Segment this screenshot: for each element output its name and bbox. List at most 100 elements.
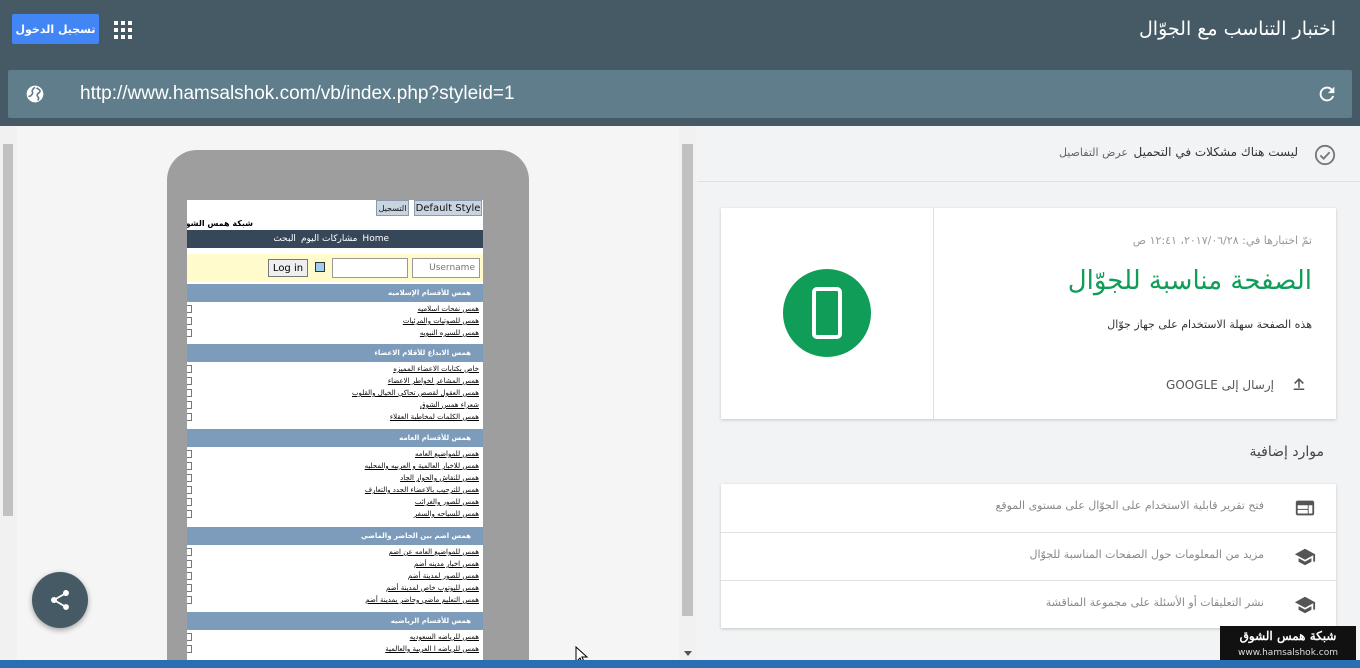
forum-link[interactable]: همس الكلمات لمخاطبة العقلاء: [390, 411, 479, 423]
forum-status-icon: [187, 572, 192, 580]
forum-status-icon: [187, 317, 192, 325]
check-circle-icon: [1314, 144, 1336, 166]
url-bar: [8, 70, 1352, 118]
watermark-title: شبكة همس الشوق: [1239, 629, 1337, 643]
share-icon: [51, 590, 69, 610]
school-icon: [1294, 596, 1316, 614]
forum-status-icon: [187, 377, 192, 385]
forum-status-icon: [187, 548, 192, 556]
forum-link[interactable]: همس للرياضه السعوديه: [410, 631, 479, 643]
site-navbar: Home مشاركات اليوم البحث: [187, 230, 483, 248]
category-header[interactable]: همس للأقسام الإسلاميه: [187, 284, 483, 302]
scrollbar-right[interactable]: [679, 126, 696, 660]
login-button[interactable]: Log in: [268, 259, 308, 277]
reload-icon[interactable]: [1316, 83, 1338, 105]
loading-issues-text: ليست هناك مشكلات في التحميل: [1133, 145, 1298, 159]
forum-link[interactable]: همس للمواضيع العامه: [415, 448, 479, 460]
forum-status-icon: [187, 596, 192, 604]
signin-button[interactable]: تسجيل الدخول: [12, 14, 99, 44]
nav-today-posts[interactable]: مشاركات اليوم: [301, 234, 357, 244]
forum-status-icon: [187, 633, 192, 641]
forum-link[interactable]: همس للصور والغرائب: [415, 496, 479, 508]
preview-pane: Default Style التسجيل شبكة همس الشوق Hom…: [0, 126, 696, 668]
watermark-url: www.hamsalshok.com: [1237, 648, 1338, 658]
forum-link[interactable]: همس المشاعر لخواطر الاعضاء: [388, 375, 479, 387]
forum-status-icon: [187, 510, 192, 518]
forum-status-icon: [187, 645, 192, 653]
send-to-google-button[interactable]: إرسال إلى GOOGLE: [1166, 378, 1274, 392]
upload-icon[interactable]: [1290, 375, 1308, 393]
forum-status-icon: [187, 450, 192, 458]
top-bar: تسجيل الدخول اختبار التناسب مع الجوّال: [0, 0, 1360, 126]
register-button[interactable]: التسجيل: [376, 200, 409, 216]
school-icon: [1294, 548, 1316, 566]
remember-checkbox[interactable]: [315, 262, 325, 272]
apps-grid-icon[interactable]: [114, 21, 132, 39]
resources-title: موارد إضافية: [1249, 444, 1324, 460]
resource-item-mobile-info[interactable]: مزيد من المعلومات حول الصفحات المناسبة ل…: [721, 532, 1336, 580]
forum-link[interactable]: همس نفحات اسلاميه: [418, 303, 479, 315]
login-row: Log in: [187, 254, 483, 282]
test-timestamp: تمّ اختبارها في: ٢٠١٧/٠٦/٢٨، ١٢:٤١ ص: [1132, 234, 1312, 247]
forum-status-icon: [187, 462, 192, 470]
resource-item-discussion[interactable]: نشر التعليقات أو الأسئلة على مجموعة المن…: [721, 580, 1336, 628]
result-card: تمّ اختبارها في: ٢٠١٧/٠٦/٢٨، ١٢:٤١ ص الص…: [721, 208, 1336, 419]
forum-status-icon: [187, 560, 192, 568]
style-button[interactable]: Default Style: [414, 200, 482, 216]
password-input[interactable]: [332, 258, 408, 278]
forum-status-icon: [187, 474, 192, 482]
site-name: شبكة همس الشوق: [187, 219, 253, 228]
os-taskbar: [0, 660, 1360, 668]
forum-status-icon: [187, 401, 192, 409]
resource-item-usability-report[interactable]: فتح تقرير قابلية الاستخدام على الجوّال ع…: [721, 484, 1336, 532]
forum-status-icon: [187, 389, 192, 397]
forum-link[interactable]: همس للسيره النبويه: [420, 327, 479, 339]
forum-link[interactable]: شعراء همس الشوق: [420, 399, 479, 411]
forum-link[interactable]: همس التعليم ماضي وحاضر بمدينة أضم: [365, 594, 479, 606]
nav-search[interactable]: البحث: [273, 234, 296, 244]
category-header[interactable]: همس للأقسام العامه: [187, 429, 483, 447]
forum-status-icon: [187, 486, 192, 494]
view-details-link[interactable]: عرض التفاصيل: [1059, 146, 1128, 159]
forum-link[interactable]: همس اخبار مدينه أضم: [414, 558, 479, 570]
category-header[interactable]: همس الابداع للأقلام الاعضاء: [187, 344, 483, 362]
web-icon: [1295, 500, 1315, 516]
forum-link[interactable]: همس للرياضه ا العربية والعالمية: [385, 643, 479, 655]
mobile-friendly-badge: [783, 269, 871, 357]
forum-link[interactable]: همس العقول لقصص تحاكي الخيال والقلوب: [352, 387, 479, 399]
resource-label: فتح تقرير قابلية الاستخدام على الجوّال ع…: [995, 499, 1264, 512]
forum-link[interactable]: همس لليوتوب خاص لمدينة أضم: [386, 582, 479, 594]
loading-issues-row: ليست هناك مشكلات في التحميل عرض التفاصيل: [697, 126, 1360, 182]
username-input[interactable]: [412, 258, 480, 278]
url-input[interactable]: [80, 78, 1280, 110]
globe-icon: [26, 85, 44, 103]
resource-label: مزيد من المعلومات حول الصفحات المناسبة ل…: [1029, 548, 1264, 561]
category-header[interactable]: همس للأقسام الرياضيه: [187, 612, 483, 630]
smartphone-icon: [812, 287, 842, 339]
site-watermark: شبكة همس الشوق www.hamsalshok.com: [1220, 626, 1356, 662]
result-description: هذه الصفحة سهلة الاستخدام على جهاز جوّال: [1107, 318, 1312, 331]
forum-link[interactable]: خاص بكتابات الاعضاء المميزه: [393, 363, 479, 375]
forum-link[interactable]: همس للصوتيات والمرئيات: [403, 315, 479, 327]
forum-link[interactable]: همس للسياحه والسفر: [414, 508, 479, 520]
resource-label: نشر التعليقات أو الأسئلة على مجموعة المن…: [1045, 596, 1264, 609]
share-button[interactable]: [32, 572, 88, 628]
forum-status-icon: [187, 413, 192, 421]
forum-status-icon: [187, 365, 192, 373]
forum-link[interactable]: همس للترحيب بالاعضاء الجدد والتعارف: [365, 484, 479, 496]
result-title: الصفحة مناسبة للجوّال: [1067, 266, 1312, 296]
phone-screen[interactable]: Default Style التسجيل شبكة همس الشوق Hom…: [187, 200, 483, 660]
category-header[interactable]: همس اضم بين الحاضر والماضي: [187, 527, 483, 545]
forum-link[interactable]: همس للاخبار العالمية و العربيه والمحليه: [365, 460, 479, 472]
scroll-down-arrow-icon[interactable]: [684, 651, 692, 656]
results-pane: ليست هناك مشكلات في التحميل عرض التفاصيل…: [697, 126, 1360, 660]
forum-status-icon: [187, 584, 192, 592]
nav-home[interactable]: Home: [362, 234, 389, 244]
forum-status-icon: [187, 305, 192, 313]
scrollbar-left[interactable]: [0, 126, 17, 660]
forum-status-icon: [187, 498, 192, 506]
forum-link[interactable]: همس للصور لمدينة أضم: [408, 570, 479, 582]
forum-link[interactable]: همس للنقاش والحوار الجاد: [400, 472, 479, 484]
page-title: اختبار التناسب مع الجوّال: [1139, 18, 1336, 40]
forum-link[interactable]: همس للمواضيع العامه عن اضم: [388, 546, 479, 558]
